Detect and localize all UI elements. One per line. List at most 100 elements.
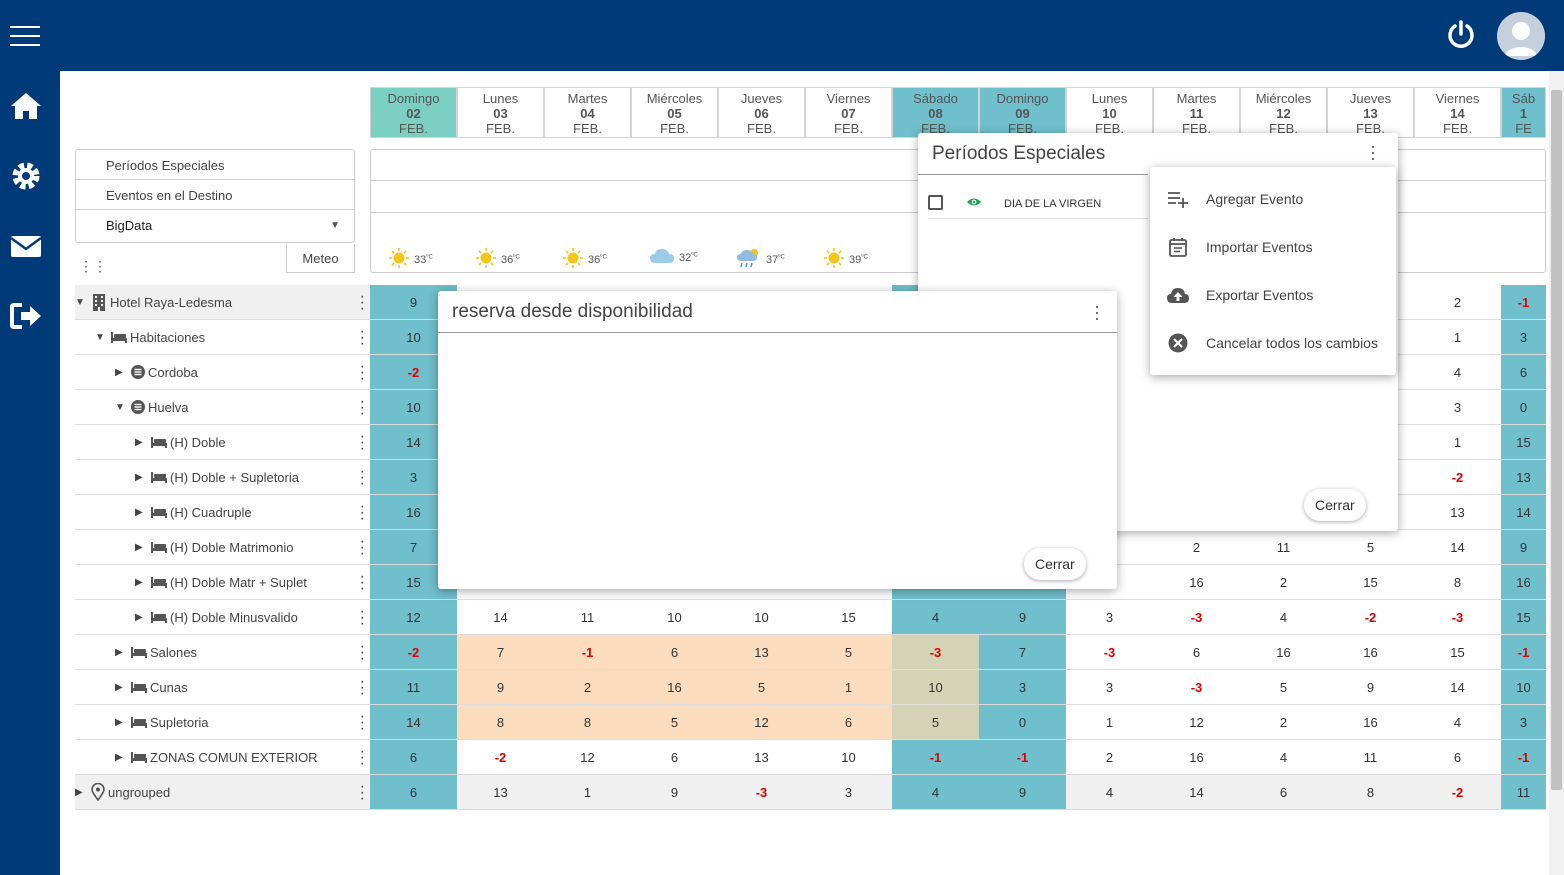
- mail-icon[interactable]: [8, 228, 44, 264]
- caret-right-icon[interactable]: ▶: [135, 472, 145, 483]
- grid-cell[interactable]: 8: [544, 705, 631, 740]
- grid-cell[interactable]: 12: [544, 740, 631, 775]
- grid-cell[interactable]: 6: [1153, 635, 1240, 670]
- grid-cell[interactable]: 15: [1501, 600, 1546, 635]
- grid-cell[interactable]: -2: [1327, 600, 1414, 635]
- tree-row[interactable]: ▶ ZONAS COMUN EXTERIOR · · ·: [75, 740, 370, 775]
- tree-row[interactable]: ▶ Cordoba · · ·: [75, 355, 370, 390]
- grid-cell[interactable]: 2: [1240, 705, 1327, 740]
- grid-cell[interactable]: 4: [1240, 600, 1327, 635]
- tree-row[interactable]: ▶ Cunas · · ·: [75, 670, 370, 705]
- grid-cell[interactable]: -1: [544, 635, 631, 670]
- grid-cell[interactable]: 6: [1240, 775, 1327, 810]
- more-vert-icon[interactable]: · · ·: [360, 744, 365, 772]
- grid-cell[interactable]: 2: [1066, 740, 1153, 775]
- grid-cell[interactable]: 15: [1501, 425, 1546, 460]
- more-vert-icon[interactable]: · · ·: [360, 289, 365, 317]
- grid-cell[interactable]: 14: [1153, 775, 1240, 810]
- grid-cell[interactable]: 11: [370, 670, 457, 705]
- grid-cell[interactable]: 10: [805, 740, 892, 775]
- grid-cell[interactable]: 6: [631, 740, 718, 775]
- grid-cell[interactable]: -2: [457, 740, 544, 775]
- menu-item[interactable]: Exportar Eventos: [1150, 271, 1396, 319]
- caret-right-icon[interactable]: ▶: [115, 647, 125, 658]
- caret-right-icon[interactable]: ▶: [75, 787, 85, 798]
- logout-icon[interactable]: [8, 298, 44, 334]
- grid-cell[interactable]: -3: [892, 635, 979, 670]
- more-vert-icon[interactable]: · · ·: [360, 394, 365, 422]
- grid-cell[interactable]: 16: [1153, 565, 1240, 600]
- grid-cell[interactable]: -1: [1501, 635, 1546, 670]
- grid-cell[interactable]: 4: [1240, 740, 1327, 775]
- grid-cell[interactable]: 6: [370, 740, 457, 775]
- grid-cell[interactable]: 13: [457, 775, 544, 810]
- more-vert-icon[interactable]: · · ·: [360, 359, 365, 387]
- grid-cell[interactable]: 2: [1153, 530, 1240, 565]
- grid-cell[interactable]: 5: [631, 705, 718, 740]
- grid-cell[interactable]: 12: [370, 600, 457, 635]
- grid-cell[interactable]: 1: [805, 670, 892, 705]
- more-vert-icon[interactable]: · · ·: [1370, 137, 1376, 167]
- more-vert-icon[interactable]: · · ·: [360, 639, 365, 667]
- grid-cell[interactable]: 5: [1240, 670, 1327, 705]
- grid-cell[interactable]: 15: [1327, 565, 1414, 600]
- tree-row[interactable]: ▼ Hotel Raya-Ledesma · · ·: [75, 285, 370, 320]
- grid-cell[interactable]: 3: [1066, 670, 1153, 705]
- grid-cell[interactable]: 15: [1414, 635, 1501, 670]
- grid-cell[interactable]: 12: [1153, 705, 1240, 740]
- grid-cell[interactable]: 4: [1414, 705, 1501, 740]
- caret-right-icon[interactable]: ▶: [115, 752, 125, 763]
- grid-cell[interactable]: 9: [979, 775, 1066, 810]
- grid-cell[interactable]: 9: [1327, 670, 1414, 705]
- grid-cell[interactable]: 10: [718, 600, 805, 635]
- more-vert-icon[interactable]: · · ·: [360, 569, 365, 597]
- grid-cell[interactable]: 14: [1501, 495, 1546, 530]
- grid-cell[interactable]: -1: [892, 740, 979, 775]
- grid-cell[interactable]: 6: [1501, 355, 1546, 390]
- grid-cell[interactable]: -3: [1066, 635, 1153, 670]
- grid-cell[interactable]: 8: [457, 705, 544, 740]
- grid-cell[interactable]: 16: [1327, 705, 1414, 740]
- grid-cell[interactable]: -2: [370, 635, 457, 670]
- more-vert-icon[interactable]: · · ·: [360, 324, 365, 352]
- grid-cell[interactable]: 1: [1066, 705, 1153, 740]
- grid-cell[interactable]: 10: [1501, 670, 1546, 705]
- day-header[interactable]: Martes 04 FEB.: [544, 87, 631, 138]
- day-header[interactable]: Miércoles 12 FEB.: [1240, 87, 1327, 138]
- periodos-close-button[interactable]: Cerrar: [1304, 489, 1366, 521]
- reserva-close-button[interactable]: Cerrar: [1024, 548, 1086, 580]
- gear-icon[interactable]: [8, 158, 44, 194]
- grid-cell[interactable]: 1: [544, 775, 631, 810]
- grid-cell[interactable]: -3: [718, 775, 805, 810]
- grid-cell[interactable]: 9: [457, 670, 544, 705]
- grid-cell[interactable]: 13: [1501, 460, 1546, 495]
- more-vert-icon[interactable]: · · ·: [360, 464, 365, 492]
- grid-cell[interactable]: 3: [1066, 600, 1153, 635]
- day-header[interactable]: Sábado 08 FEB.: [892, 87, 979, 138]
- grid-cell[interactable]: 9: [631, 775, 718, 810]
- grid-cell[interactable]: 14: [1414, 530, 1501, 565]
- grid-cell[interactable]: 4: [892, 775, 979, 810]
- day-header[interactable]: Jueves 06 FEB.: [718, 87, 805, 138]
- grid-cell[interactable]: 3: [979, 670, 1066, 705]
- hamburger-icon[interactable]: [10, 26, 40, 46]
- day-header[interactable]: Miércoles 05 FEB.: [631, 87, 718, 138]
- grid-cell[interactable]: 8: [1414, 565, 1501, 600]
- day-header[interactable]: Jueves 13 FEB.: [1327, 87, 1414, 138]
- grid-cell[interactable]: 1: [1414, 425, 1501, 460]
- grid-cell[interactable]: 11: [544, 600, 631, 635]
- grid-cell[interactable]: 4: [1414, 355, 1501, 390]
- grid-cell[interactable]: 2: [1414, 285, 1501, 320]
- tree-row[interactable]: ▼ Huelva · · ·: [75, 390, 370, 425]
- grid-cell[interactable]: 6: [631, 635, 718, 670]
- filter-periodos-especiales[interactable]: Períodos Especiales: [76, 150, 354, 180]
- grid-cell[interactable]: 16: [1240, 635, 1327, 670]
- grid-cell[interactable]: 13: [718, 635, 805, 670]
- grid-cell[interactable]: 5: [1327, 530, 1414, 565]
- drag-handle-icon[interactable]: ⋮⋮: [79, 258, 107, 275]
- grid-cell[interactable]: -2: [1414, 460, 1501, 495]
- grid-cell[interactable]: 10: [631, 600, 718, 635]
- menu-item[interactable]: Cancelar todos los cambios: [1150, 319, 1396, 367]
- grid-cell[interactable]: 0: [979, 705, 1066, 740]
- grid-cell[interactable]: 11: [1240, 530, 1327, 565]
